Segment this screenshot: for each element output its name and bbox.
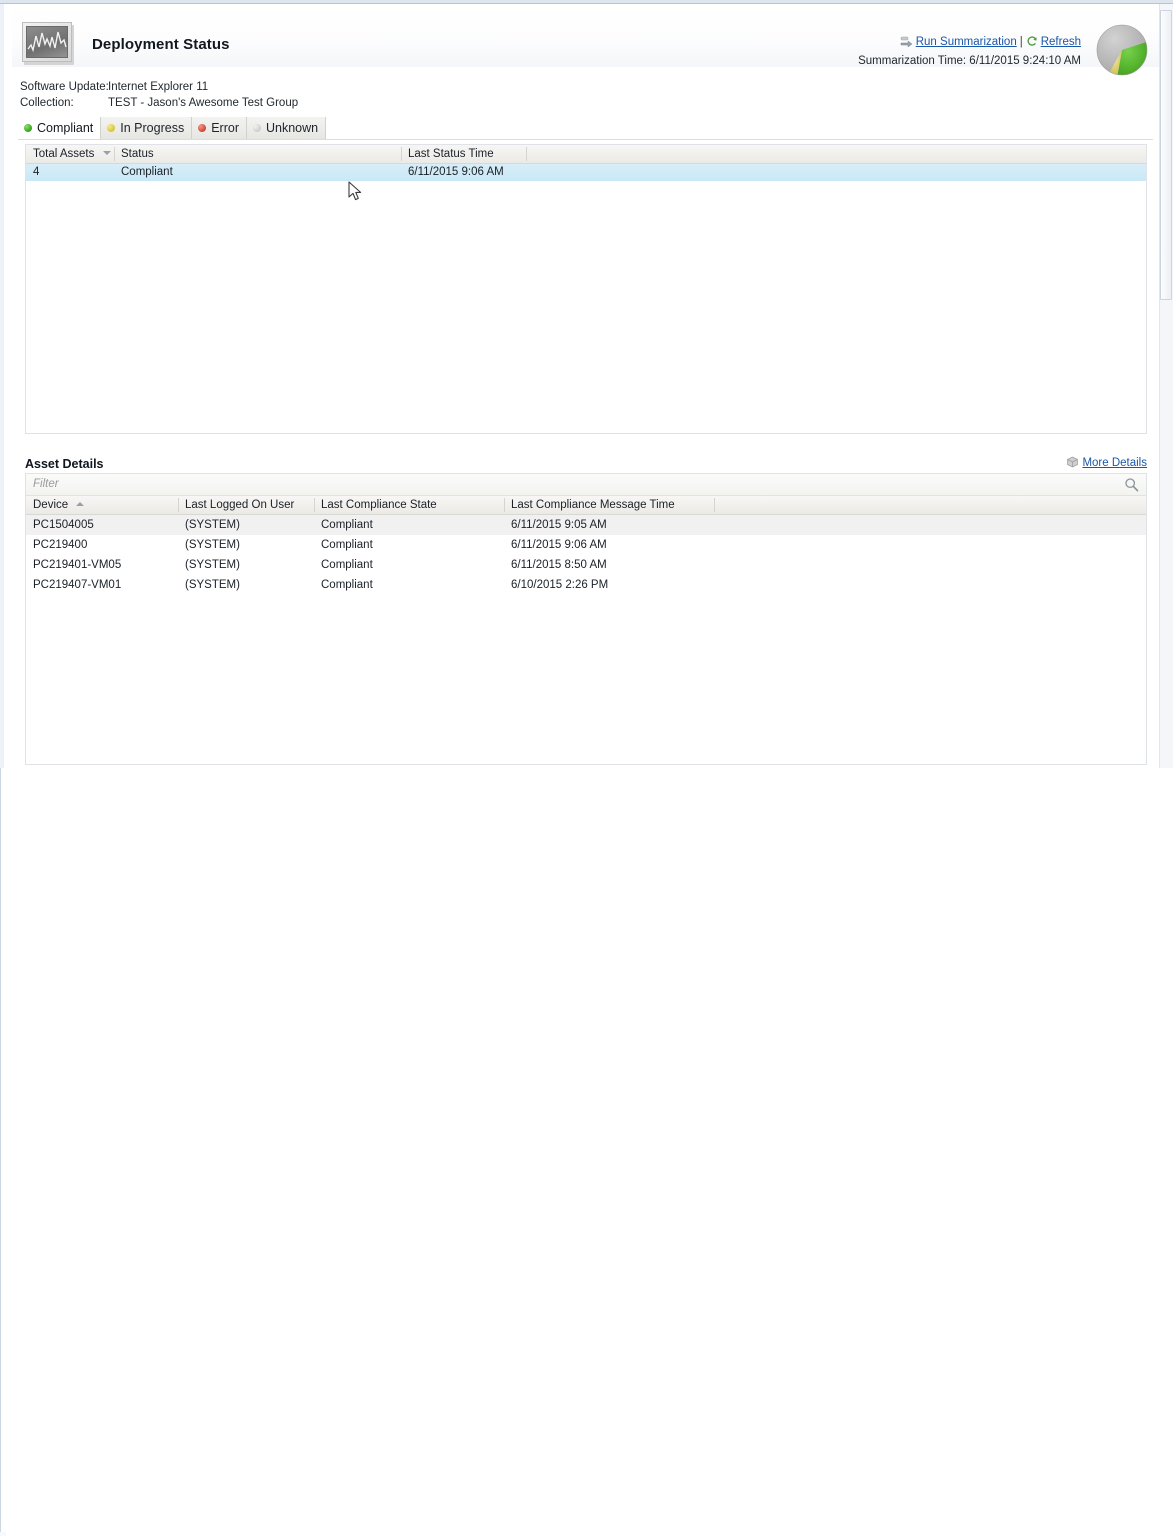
cell-total-assets: 4 <box>33 166 40 178</box>
column-separator[interactable] <box>314 498 315 512</box>
status-tab-strip: Compliant In Progress Error Unknown <box>18 117 1153 140</box>
page-title: Deployment Status <box>92 36 230 53</box>
cell-device: PC1504005 <box>33 519 94 531</box>
filter-bar[interactable]: Filter <box>26 474 1146 496</box>
refresh-icon <box>1026 36 1038 52</box>
tab-in-progress[interactable]: In Progress <box>101 117 193 139</box>
collection-value: TEST - Jason's Awesome Test Group <box>108 97 299 109</box>
sort-descending-icon <box>102 151 111 155</box>
header-links-row: Run Summarization | Refresh <box>858 35 1081 52</box>
tab-unknown-label: Unknown <box>265 121 319 135</box>
column-header-last-logged-on-user[interactable]: Last Logged On User <box>185 496 294 514</box>
cell-user: (SYSTEM) <box>185 539 240 551</box>
tab-strip-underline <box>18 139 1153 140</box>
cell-state: Compliant <box>321 579 373 591</box>
cell-state: Compliant <box>321 539 373 551</box>
page-content: Deployment Status Run Summarization | Ref… <box>12 5 1159 768</box>
cell-time: 6/11/2015 9:06 AM <box>511 539 607 551</box>
table-row[interactable]: PC219400 (SYSTEM) Compliant 6/11/2015 9:… <box>26 535 1146 555</box>
column-header-device[interactable]: Device <box>33 496 85 514</box>
tab-in-progress-label: In Progress <box>120 121 185 135</box>
summarization-time: Summarization Time: 6/11/2015 9:24:10 AM <box>858 55 1081 67</box>
cell-device: PC219407-VM01 <box>33 579 122 591</box>
error-status-dot-icon <box>198 124 207 132</box>
more-details-action: More Details <box>1066 456 1147 471</box>
summary-grid-panel: Total Assets Status Last Status Time 4 C… <box>25 144 1147 434</box>
cell-time: 6/10/2015 2:26 PM <box>511 579 609 591</box>
cell-user: (SYSTEM) <box>185 559 240 571</box>
software-update-label: Software Update: <box>20 81 109 93</box>
tab-unknown[interactable]: Unknown <box>246 117 327 139</box>
cube-icon <box>1066 456 1079 471</box>
status-pie-chart <box>1093 21 1151 79</box>
tab-error-label: Error <box>211 121 239 135</box>
cell-time: 6/11/2015 9:05 AM <box>511 519 607 531</box>
column-separator[interactable] <box>114 147 115 161</box>
vertical-scrollbar-thumb[interactable] <box>1160 10 1172 300</box>
column-separator[interactable] <box>526 147 527 161</box>
unknown-status-dot-icon <box>252 124 261 132</box>
window-frame-left-line <box>0 768 1 1532</box>
tab-compliant-label: Compliant <box>37 121 94 135</box>
tab-list: Compliant In Progress Error Unknown <box>18 117 327 139</box>
deployment-status-window: Deployment Status Run Summarization | Ref… <box>0 0 1173 1536</box>
summary-grid-header: Total Assets Status Last Status Time <box>26 145 1146 164</box>
magnifier-icon[interactable] <box>1124 477 1139 492</box>
cell-state: Compliant <box>321 559 373 571</box>
in-progress-status-dot-icon <box>107 124 116 132</box>
tab-error[interactable]: Error <box>192 117 247 139</box>
more-details-link[interactable]: More Details <box>1082 457 1147 469</box>
column-header-status[interactable]: Status <box>121 145 154 163</box>
window-frame-top-line <box>0 3 1173 4</box>
collection-label: Collection: <box>20 97 74 109</box>
run-summarization-link[interactable]: Run Summarization <box>916 36 1017 48</box>
cell-device: PC219401-VM05 <box>33 559 122 571</box>
table-row[interactable]: 4 Compliant 6/11/2015 9:06 AM <box>26 164 1146 181</box>
asset-details-panel: Filter Device Last Logged On User Last C… <box>25 473 1147 765</box>
refresh-link[interactable]: Refresh <box>1041 36 1081 48</box>
cell-last-status-time: 6/11/2015 9:06 AM <box>408 166 504 178</box>
tab-compliant[interactable]: Compliant <box>18 117 102 139</box>
line-chart-monitor-icon <box>20 20 76 66</box>
column-separator[interactable] <box>178 498 179 512</box>
cell-user: (SYSTEM) <box>185 579 240 591</box>
run-summarization-icon <box>900 36 913 52</box>
column-separator[interactable] <box>714 498 715 512</box>
column-header-device-label: Device <box>33 499 69 511</box>
column-header-total-assets[interactable]: Total Assets <box>33 145 111 163</box>
software-update-value: Internet Explorer 11 <box>108 81 209 93</box>
table-row[interactable]: PC219407-VM01 (SYSTEM) Compliant 6/10/20… <box>26 575 1146 595</box>
column-header-total-assets-label: Total Assets <box>33 148 95 160</box>
cell-time: 6/11/2015 8:50 AM <box>511 559 607 571</box>
filter-input[interactable]: Filter <box>33 478 59 490</box>
column-header-last-status-time[interactable]: Last Status Time <box>408 145 494 163</box>
column-header-last-compliance-state[interactable]: Last Compliance State <box>321 496 437 514</box>
header-link-separator: | <box>1019 36 1023 48</box>
cell-status: Compliant <box>121 166 173 178</box>
table-row[interactable]: PC1504005 (SYSTEM) Compliant 6/11/2015 9… <box>26 515 1146 535</box>
header-actions: Run Summarization | Refresh Summarization… <box>858 35 1081 69</box>
column-header-last-compliance-message-time[interactable]: Last Compliance Message Time <box>511 496 675 514</box>
compliant-status-dot-icon <box>24 124 32 132</box>
asset-details-title: Asset Details <box>25 457 104 471</box>
sort-ascending-icon <box>76 502 85 506</box>
cell-state: Compliant <box>321 519 373 531</box>
column-separator[interactable] <box>401 147 402 161</box>
window-frame-left-inner <box>0 1532 6 1536</box>
window-frame-left <box>0 4 4 768</box>
cell-user: (SYSTEM) <box>185 519 240 531</box>
table-row[interactable]: PC219401-VM05 (SYSTEM) Compliant 6/11/20… <box>26 555 1146 575</box>
vertical-scrollbar[interactable] <box>1159 4 1173 768</box>
asset-grid-header: Device Last Logged On User Last Complian… <box>26 496 1146 515</box>
column-separator[interactable] <box>504 498 505 512</box>
cell-device: PC219400 <box>33 539 88 551</box>
